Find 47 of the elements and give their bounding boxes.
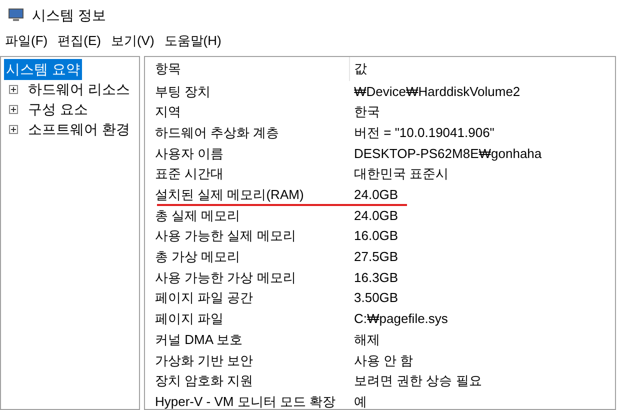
tree-item[interactable]: 소프트웨어 환경 (26, 118, 132, 140)
table-cell-text: 버전 = "10.0.19041.906" (353, 124, 496, 142)
table-cell-text: 3.50GB (353, 289, 400, 308)
table-cell-text: 커널 DMA 보호 (154, 330, 244, 349)
table-cell-text: DESKTOP-PS62M8E₩gonhaha (353, 144, 543, 163)
table-cell-text: 사용 가능한 실제 메모리 (154, 227, 297, 246)
column-header[interactable]: 항목 (145, 57, 350, 81)
menu-item[interactable]: 파일(F) (0, 31, 53, 51)
table-cell-text: 24.0GB (353, 206, 400, 225)
menu-item[interactable]: 도움말(H) (159, 31, 226, 51)
table-cell-text: 보려면 권한 상승 필요 (353, 372, 483, 390)
table-cell-text: ₩Device₩HarddiskVolume2 (353, 82, 522, 101)
tree-item[interactable]: 하드웨어 리소스 (26, 78, 132, 100)
table-cell-text: 27.5GB (353, 248, 400, 266)
table-cell-text: 하드웨어 추상화 계층 (154, 124, 280, 142)
table-cell-text: 페이지 파일 공간 (154, 289, 254, 308)
table-cell-text: 사용 안 함 (353, 352, 414, 370)
table-cell-text: 표준 시간대 (154, 165, 225, 184)
table-cell-text: 16.3GB (353, 268, 400, 287)
table-cell-text: 사용 가능한 가상 메모리 (154, 268, 297, 287)
expand-icon[interactable] (9, 104, 18, 114)
menu-item[interactable]: 보기(V) (106, 31, 160, 51)
table-cell-text: 설치된 실제 메모리(RAM) (154, 186, 305, 204)
expand-icon[interactable] (9, 124, 18, 134)
table-cell-text: 16.0GB (353, 227, 400, 246)
table-cell-text: 대한민국 표준시 (353, 165, 450, 184)
window-title: 시스템 정보 (32, 6, 106, 24)
table-cell-text: 예 (353, 392, 368, 409)
table-cell-text: 24.0GB (353, 186, 400, 204)
table-cell-text: 총 가상 메모리 (154, 248, 242, 266)
tree-item[interactable]: 구성 요소 (26, 98, 90, 120)
table-cell-text: 총 실제 메모리 (154, 206, 242, 225)
table-cell-text: 페이지 파일 (154, 310, 225, 328)
table-cell-text: 지역 (154, 103, 182, 122)
expand-icon[interactable] (9, 84, 18, 94)
table-cell-text: 사용자 이름 (154, 144, 225, 163)
tree-item[interactable]: 시스템 요약 (4, 58, 82, 80)
table-cell-text: 장치 암호화 지원 (154, 372, 254, 390)
table-cell-text: 한국 (353, 103, 381, 122)
menu-item[interactable]: 편집(E) (52, 31, 106, 51)
table-cell-text: 가상화 기반 보안 (154, 352, 254, 370)
table-cell-text: C:₩pagefile.sys (353, 310, 449, 328)
table-cell-text: 해제 (353, 330, 381, 349)
column-header[interactable]: 값 (350, 59, 615, 79)
computer-icon (8, 7, 24, 23)
table-cell-text: 부팅 장치 (154, 82, 212, 101)
table-cell-text: Hyper-V - VM 모니터 모드 확장 (154, 392, 337, 409)
